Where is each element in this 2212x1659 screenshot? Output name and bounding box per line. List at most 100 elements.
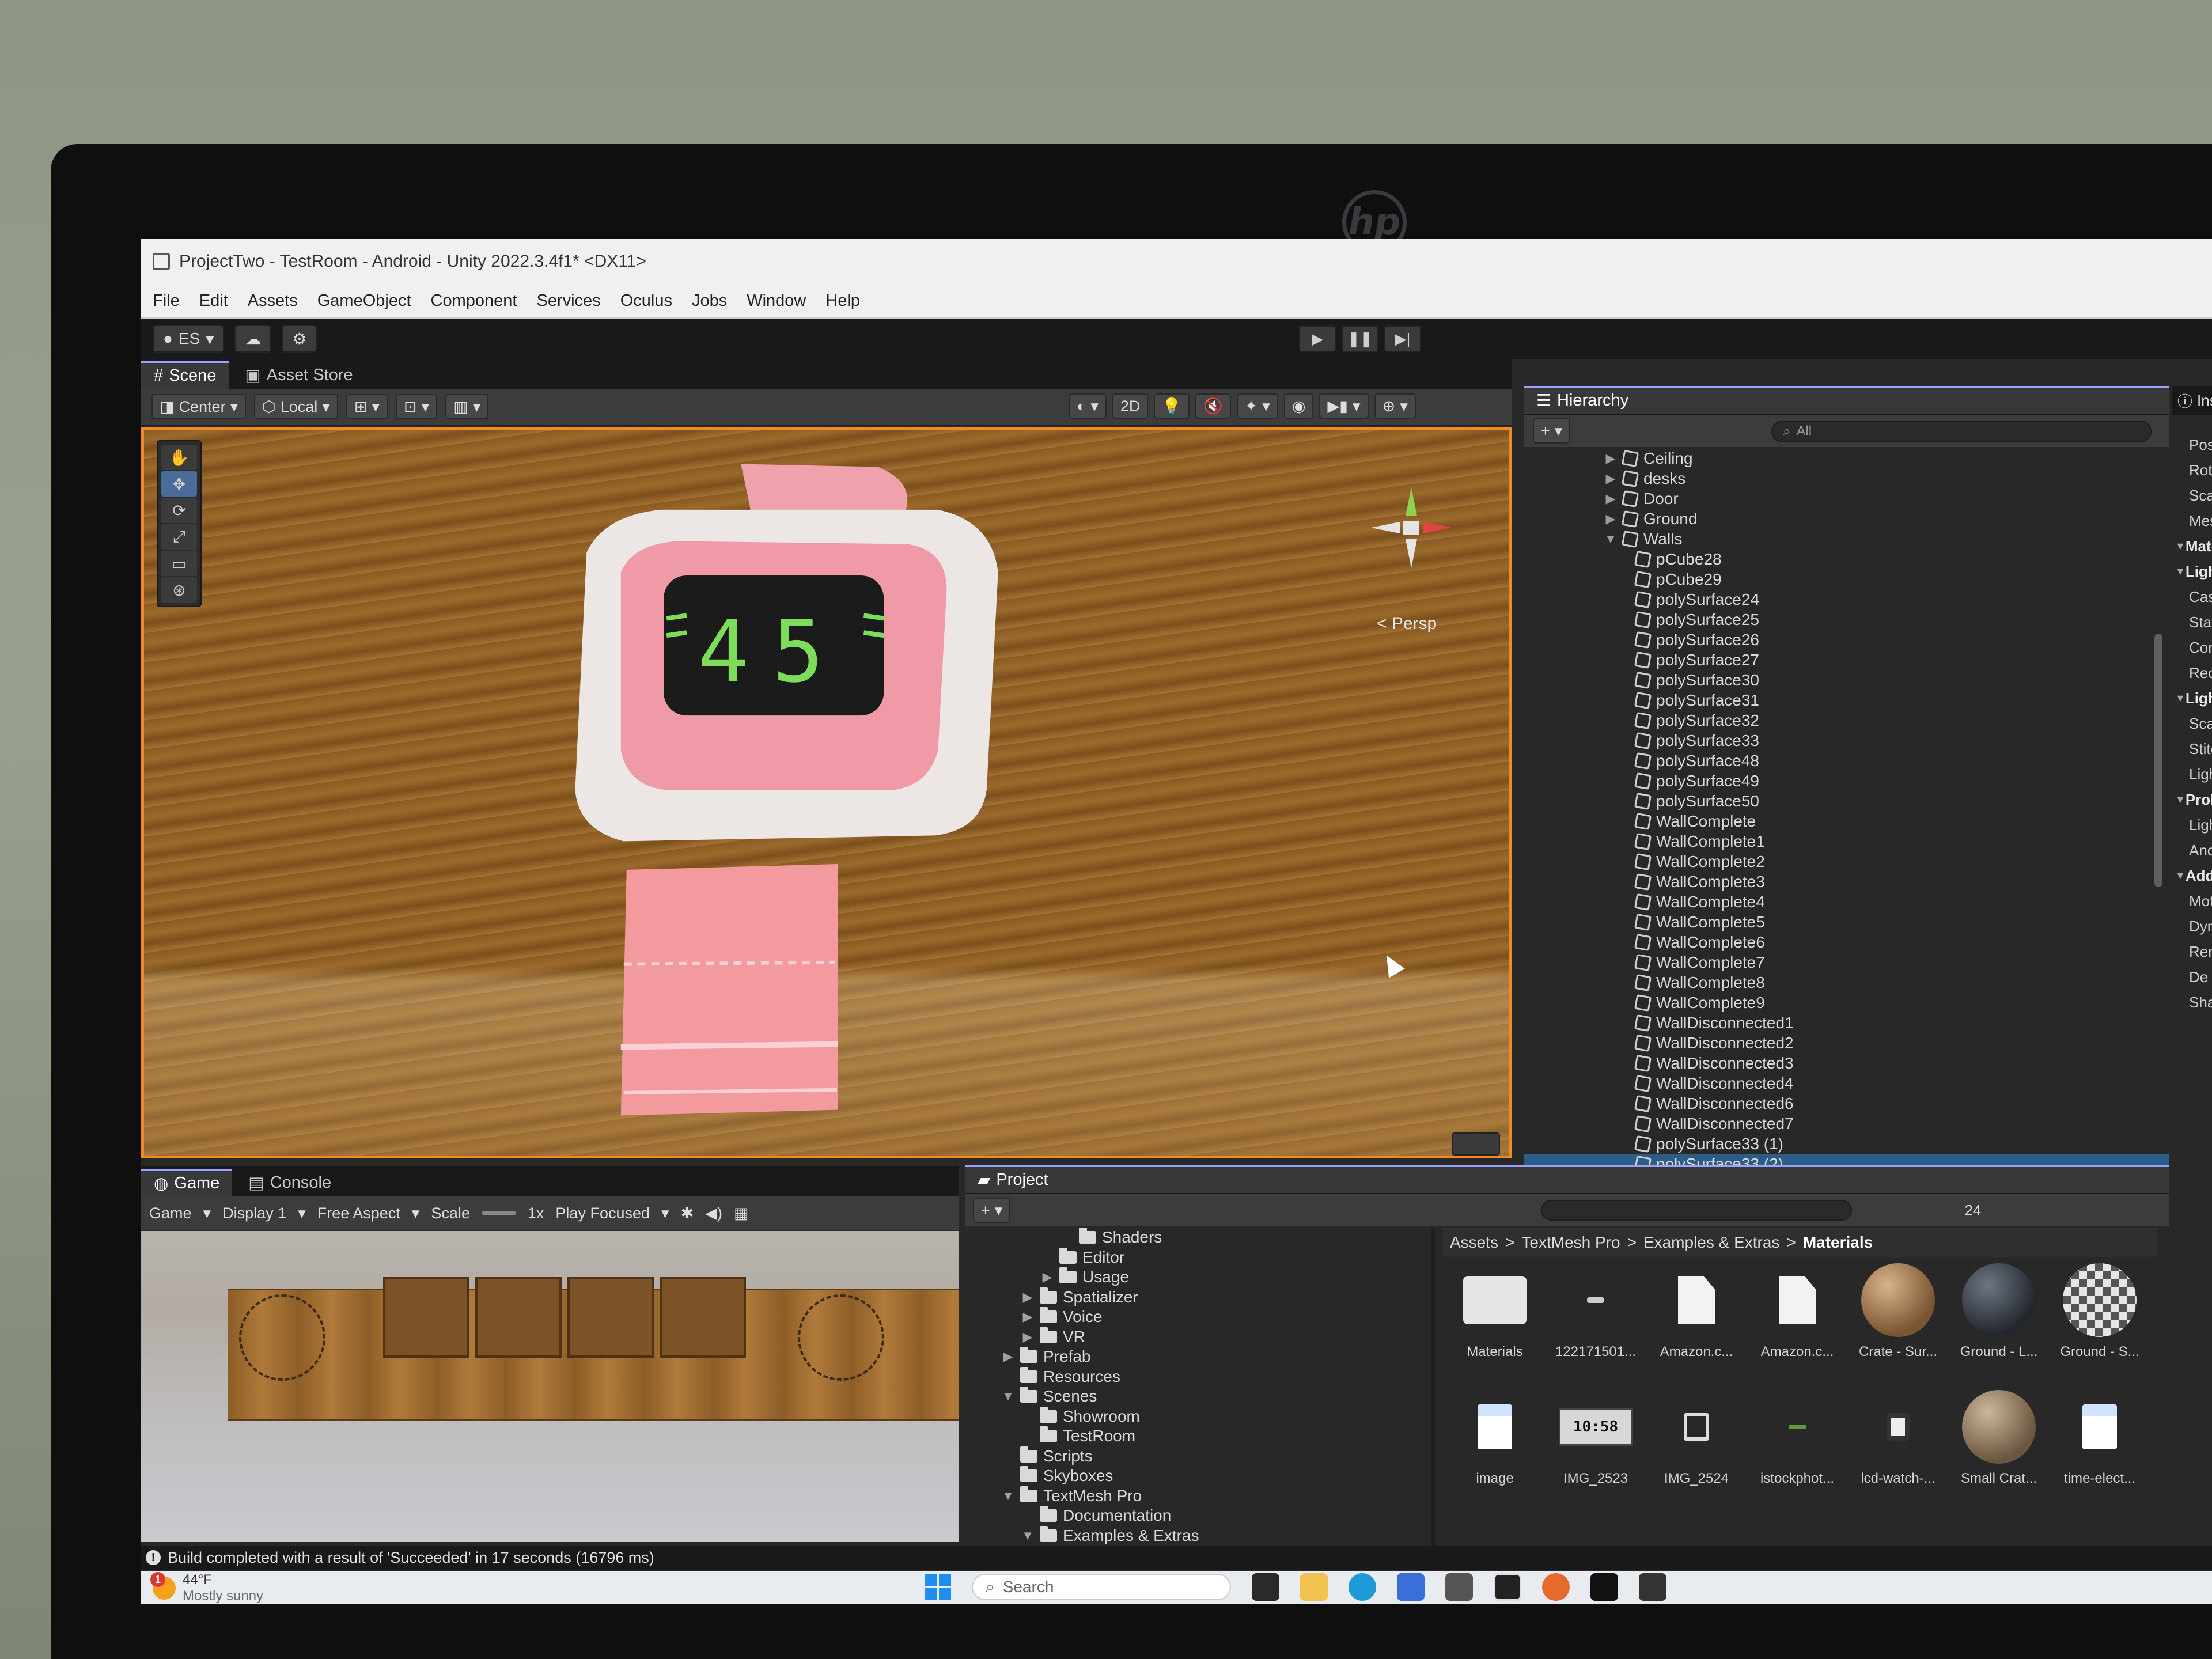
hierarchy-item[interactable]: polySurface30: [1524, 670, 2169, 690]
hierarchy-item[interactable]: polySurface33: [1524, 730, 2169, 751]
rotate-tool[interactable]: ⟳: [161, 498, 197, 523]
hierarchy-item[interactable]: WallDisconnected4: [1524, 1073, 2169, 1093]
project-folder-item[interactable]: Resources: [965, 1366, 1426, 1387]
hierarchy-item[interactable]: pCube28: [1524, 549, 2169, 569]
weather-widget[interactable]: 1 44°F Mostly sunny: [150, 1572, 263, 1604]
hierarchy-search-input[interactable]: ⌕ All: [1771, 421, 2152, 442]
inspector-component-header[interactable]: Mater: [2172, 533, 2212, 559]
create-asset-button[interactable]: + ▾: [973, 1198, 1011, 1223]
stats-icon[interactable]: ▦: [734, 1205, 749, 1222]
hierarchy-item[interactable]: ▼ Walls: [1524, 529, 2169, 549]
firefox-icon[interactable]: [1542, 1573, 1570, 1601]
create-button[interactable]: + ▾: [1533, 418, 1571, 444]
asset-item[interactable]: Crate - Sur...: [1849, 1263, 1947, 1390]
pivot-dropdown[interactable]: ◨ Center ▾: [151, 394, 247, 419]
unity-hub-icon[interactable]: [1445, 1573, 1473, 1601]
tree-arrow-icon[interactable]: ▼: [1021, 1528, 1034, 1543]
persp-label[interactable]: < Persp: [1377, 614, 1437, 634]
tree-arrow-icon[interactable]: ▶: [1041, 1270, 1054, 1285]
tree-arrow-icon[interactable]: ▶: [1021, 1330, 1034, 1344]
asset-item[interactable]: IMG_2524: [1647, 1390, 1745, 1517]
hierarchy-item[interactable]: polySurface49: [1524, 771, 2169, 791]
tab-inspector[interactable]: ⓘ Insp: [2172, 386, 2212, 415]
task-view-icon[interactable]: [1252, 1573, 1279, 1601]
file-explorer-icon[interactable]: [1300, 1573, 1328, 1601]
increment-snap-button[interactable]: ⊡ ▾: [396, 394, 438, 419]
transform-tool[interactable]: ⊛: [161, 577, 197, 603]
asset-item[interactable]: istockphot...: [1748, 1390, 1846, 1517]
project-folder-item[interactable]: ▼ Scenes: [965, 1387, 1426, 1407]
pause-button[interactable]: ❚❚: [1342, 325, 1378, 352]
project-splitter[interactable]: [1431, 1228, 1435, 1550]
asset-item[interactable]: time-elect...: [2051, 1390, 2149, 1517]
bug-icon[interactable]: ✱: [681, 1205, 694, 1222]
asset-item[interactable]: Small Crat...: [1950, 1390, 2048, 1517]
hierarchy-item[interactable]: polySurface25: [1524, 609, 2169, 630]
menu-item-help[interactable]: Help: [825, 291, 860, 310]
audio-toggle[interactable]: 🔇: [1195, 393, 1231, 419]
aspect-dropdown[interactable]: Free Aspect: [317, 1205, 400, 1222]
asset-item[interactable]: lcd-watch-...: [1849, 1390, 1947, 1517]
hierarchy-item[interactable]: polySurface24: [1524, 589, 2169, 609]
collapse-arrow-icon[interactable]: ▶: [1604, 451, 1617, 466]
taskbar-search[interactable]: ⌕ Search: [972, 1574, 1231, 1600]
2d-toggle[interactable]: 2D: [1112, 393, 1149, 419]
collapse-arrow-icon[interactable]: ▶: [1604, 491, 1617, 506]
asset-item[interactable]: 10:58 IMG_2523: [1547, 1390, 1645, 1517]
menu-item-oculus[interactable]: Oculus: [620, 291, 672, 310]
scene-viewport[interactable]: 45 ✋ ✥ ⟳ ⤢ ▭ ⊛ < Persp: [141, 427, 1512, 1158]
tree-arrow-icon[interactable]: ▼: [1002, 1488, 1014, 1503]
hierarchy-item[interactable]: WallDisconnected7: [1524, 1113, 2169, 1134]
status-bar[interactable]: ! Build completed with a result of 'Succ…: [141, 1546, 2212, 1570]
hierarchy-item[interactable]: WallComplete1: [1524, 831, 2169, 851]
space-dropdown[interactable]: ⬡ Local ▾: [254, 394, 338, 419]
edge-browser-icon[interactable]: [1349, 1573, 1376, 1601]
hidden-count[interactable]: 24: [1964, 1202, 1981, 1219]
visibility-toggle[interactable]: ◉: [1283, 393, 1314, 419]
store-icon[interactable]: [1397, 1573, 1425, 1601]
hierarchy-item[interactable]: WallComplete8: [1524, 972, 2169, 993]
move-tool[interactable]: ✥: [161, 471, 197, 497]
project-folder-item[interactable]: ▶ VR: [965, 1327, 1426, 1347]
hierarchy-item[interactable]: polySurface31: [1524, 690, 2169, 710]
unity-editor-icon[interactable]: [1494, 1573, 1521, 1601]
inspector-component-header[interactable]: Addition: [2172, 863, 2212, 888]
expand-arrow-icon[interactable]: ▼: [1604, 532, 1617, 547]
hierarchy-item[interactable]: polySurface33 (1): [1524, 1134, 2169, 1154]
camera-button[interactable]: ▶▮ ▾: [1319, 393, 1369, 419]
game-mode-dropdown[interactable]: Game: [149, 1205, 192, 1222]
hierarchy-item[interactable]: pCube29: [1524, 569, 2169, 589]
draw-mode-button[interactable]: ◐ ▾: [1069, 393, 1107, 419]
project-folder-item[interactable]: ▼ TextMesh Pro: [965, 1486, 1426, 1506]
project-folder-item[interactable]: ▼ Examples & Extras: [965, 1525, 1426, 1546]
asset-item[interactable]: Ground - L...: [1950, 1263, 2048, 1390]
tab-asset-store[interactable]: ▣ Asset Store: [232, 361, 365, 389]
collapse-arrow-icon[interactable]: ▶: [1604, 471, 1617, 486]
inspector-component-header[interactable]: Probes: [2172, 787, 2212, 812]
hierarchy-item[interactable]: WallComplete: [1524, 811, 2169, 831]
project-folder-item[interactable]: TestRoom: [965, 1426, 1426, 1446]
hierarchy-scrollbar[interactable]: [2154, 634, 2162, 887]
rect-tool[interactable]: ▭: [161, 551, 197, 576]
speaker-icon[interactable]: ◀): [705, 1205, 722, 1222]
services-button[interactable]: ⚙: [282, 325, 317, 353]
inspector-component-header[interactable]: Lightm: [2172, 685, 2212, 711]
menu-item-gameobject[interactable]: GameObject: [317, 291, 411, 310]
scale-tool[interactable]: ⤢: [161, 524, 197, 550]
tree-arrow-icon[interactable]: ▶: [1002, 1349, 1014, 1364]
play-mode-dropdown[interactable]: Play Focused: [555, 1205, 650, 1222]
hierarchy-item[interactable]: ▶ Door: [1524, 488, 2169, 509]
tree-arrow-icon[interactable]: ▶: [1021, 1309, 1034, 1324]
project-folder-item[interactable]: Scripts: [965, 1446, 1426, 1467]
vr-headset-icon[interactable]: [1639, 1573, 1666, 1601]
project-folder-item[interactable]: ▶ Usage: [965, 1267, 1426, 1287]
project-search-input[interactable]: [1541, 1200, 1852, 1221]
menu-item-edit[interactable]: Edit: [199, 291, 228, 310]
project-folder-item[interactable]: Showroom: [965, 1406, 1426, 1427]
menu-item-component[interactable]: Component: [431, 291, 517, 310]
project-folder-item[interactable]: Shaders: [965, 1228, 1426, 1248]
meta-icon[interactable]: [1590, 1573, 1618, 1601]
tab-project[interactable]: ▰ Project: [965, 1165, 2169, 1193]
step-button[interactable]: ▶|: [1384, 325, 1421, 352]
breadcrumb-item[interactable]: TextMesh Pro: [1521, 1233, 1620, 1252]
